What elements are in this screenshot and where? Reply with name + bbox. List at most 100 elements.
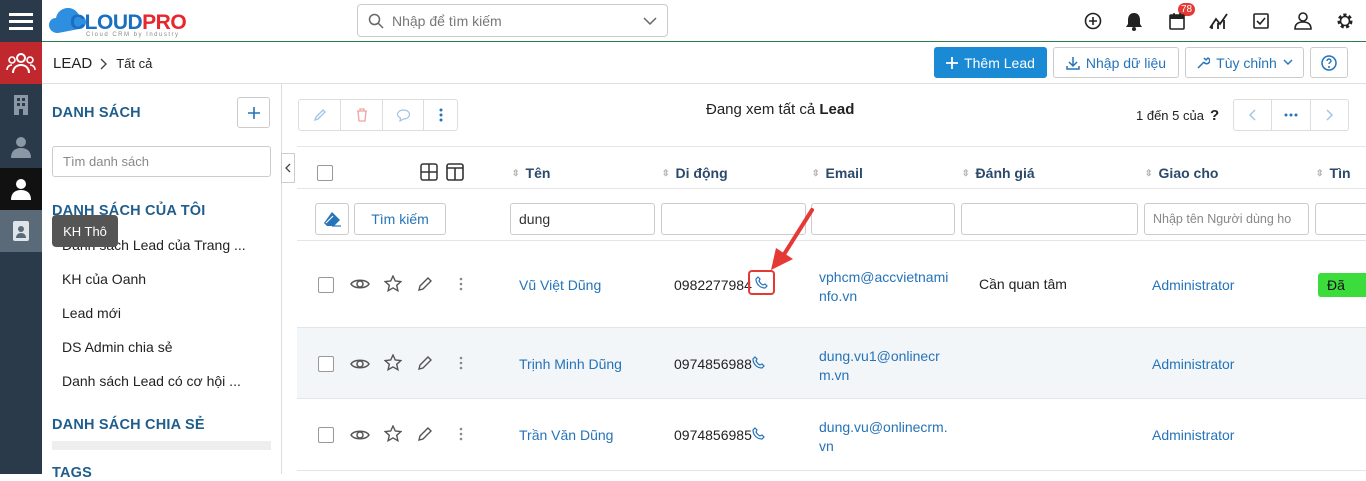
column-header-status[interactable]: ⇳ Tìn [1316,165,1351,181]
lead-email-part1: dung.vu@onlinecrm. [819,419,948,435]
lead-email-link[interactable]: vphcm@accvietnami nfo.vn [819,268,948,306]
row-checkbox[interactable] [318,277,334,293]
list-item[interactable]: DS Admin chia sẻ [62,339,173,355]
list-item[interactable]: KH của Oanh [62,271,146,287]
select-all-checkbox[interactable] [317,165,333,181]
call-button[interactable] [752,356,765,369]
task-check-icon[interactable] [1250,10,1272,32]
column-header-rating[interactable]: ⇳ Đánh giá [962,165,1035,181]
list-sidebar: DANH SÁCH Tìm danh sách DANH SÁCH CỦA TÔ… [42,84,282,481]
star-icon[interactable] [384,275,402,292]
column-header-email[interactable]: ⇳ Email [812,165,863,181]
contact-icon[interactable] [0,126,42,168]
grid-view-icon[interactable] [420,163,438,181]
filter-name-input[interactable]: dung [510,203,655,235]
column-layout-icon[interactable] [446,163,464,181]
edit-button[interactable] [299,100,342,130]
trash-icon [356,108,367,122]
calendar-icon[interactable] [1166,10,1188,32]
add-list-button[interactable] [237,97,270,128]
raw-customer-icon[interactable] [0,210,42,252]
sort-icon: ⇳ [1145,167,1153,178]
gear-icon[interactable] [1334,10,1356,32]
page-jump-button[interactable] [1272,100,1311,130]
list-item[interactable]: Danh sách Lead có cơ hội ... [62,373,241,389]
pencil-icon[interactable] [417,276,433,292]
lead-email-link[interactable]: dung.vu1@onlinecr m.vn [819,347,940,385]
logo[interactable]: CLOUDPRO Cloud CRM by Industry [48,3,198,39]
pencil-icon[interactable] [417,426,433,442]
lead-email-link[interactable]: dung.vu@onlinecrm. vn [819,418,948,456]
profile-icon[interactable] [1292,10,1314,32]
chevron-down-icon [1283,59,1293,65]
more-vertical-icon[interactable] [459,356,463,370]
more-actions-button[interactable] [424,100,457,130]
comment-button[interactable] [383,100,425,130]
search-filter-button[interactable]: Tìm kiếm [354,203,446,235]
eye-icon[interactable] [350,357,370,371]
breadcrumb-module[interactable]: LEAD [53,55,92,72]
column-header-email-label: Email [825,165,863,181]
more-horizontal-icon [1284,113,1298,117]
menu-icon[interactable] [0,0,42,42]
bell-icon[interactable] [1123,10,1145,32]
column-header-status-label: Tìn [1329,165,1351,181]
chevron-down-icon[interactable] [643,16,657,26]
search-input[interactable]: Nhập để tìm kiếm [392,13,643,29]
star-icon[interactable] [384,425,402,442]
eye-icon[interactable] [350,428,370,442]
assigned-user-link[interactable]: Administrator [1152,356,1234,372]
delete-button[interactable] [341,100,383,130]
add-circle-icon[interactable] [1082,10,1104,32]
assigned-user-link[interactable]: Administrator [1152,427,1234,443]
pencil-icon[interactable] [417,355,433,371]
bulk-actions-toolbar [298,99,458,131]
column-header-assigned-label: Giao cho [1158,165,1219,181]
column-header-assigned[interactable]: ⇳ Giao cho [1145,165,1218,181]
filter-email-input[interactable] [811,203,955,235]
more-vertical-icon[interactable] [459,427,463,441]
column-header-mobile[interactable]: ⇳ Di động [662,165,728,181]
filter-status-input[interactable] [1315,203,1366,235]
list-search-input[interactable]: Tìm danh sách [52,146,271,177]
prev-page-button[interactable] [1234,100,1272,130]
lead-email-part1: vphcm@accvietnami [819,269,949,285]
status-badge-label: Đã [1327,277,1345,293]
column-header-name-label: Tên [525,165,551,181]
import-data-button[interactable]: Nhập dữ liệu [1053,47,1179,78]
row-checkbox[interactable] [318,427,334,443]
assigned-user-link[interactable]: Administrator [1152,277,1234,293]
logo-text-pro: PRO [142,11,187,34]
pagination-total[interactable]: ? [1210,107,1219,124]
filter-assigned-input[interactable]: Nhập tên Người dùng ho [1144,203,1309,235]
column-header-name[interactable]: ⇳ Tên [512,165,550,181]
add-lead-button[interactable]: Thêm Lead [934,47,1047,78]
eye-icon[interactable] [350,277,370,291]
star-icon[interactable] [384,354,402,371]
phone-icon [752,427,765,440]
lead-name-link[interactable]: Trịnh Minh Dũng [519,356,622,372]
help-button[interactable] [1310,47,1348,78]
download-icon [1066,56,1080,70]
pencil-icon [313,109,326,122]
lead-name-link[interactable]: Vũ Việt Dũng [519,277,601,293]
comment-icon [396,109,410,122]
rail-tooltip: KH Thô [52,215,118,247]
row-checkbox[interactable] [318,356,334,372]
call-button[interactable] [752,427,765,440]
next-page-button[interactable] [1311,100,1348,130]
lead-name-link[interactable]: Trần Văn Dũng [519,427,613,443]
phone-icon [752,356,765,369]
status-badge: Đã [1318,273,1366,297]
chevron-left-icon [1249,109,1256,121]
clear-filter-button[interactable] [315,203,349,235]
global-search[interactable]: Nhập để tìm kiếm [357,4,668,37]
chart-icon[interactable] [1208,10,1230,32]
filter-rating-input[interactable] [961,203,1138,235]
leads-module-icon[interactable] [0,42,42,84]
building-icon[interactable] [0,84,42,126]
customize-button[interactable]: Tùy chỉnh [1185,47,1304,78]
user-icon[interactable] [0,168,42,210]
more-vertical-icon[interactable] [459,277,463,291]
list-item[interactable]: Lead mới [62,305,121,321]
